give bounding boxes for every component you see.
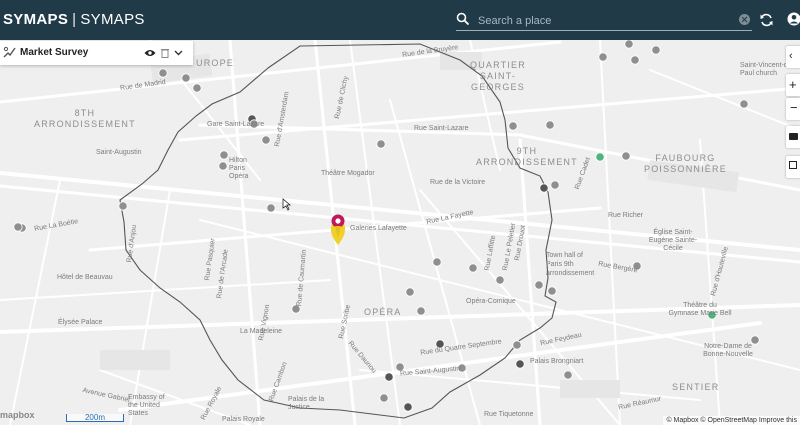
survey-point[interactable] xyxy=(118,201,128,211)
poi-label: Église Saint-Eugène Sainte-Cécile xyxy=(648,229,698,252)
poi-label: La Madeleine xyxy=(240,328,283,335)
survey-point[interactable] xyxy=(376,139,386,149)
survey-point[interactable] xyxy=(192,83,202,93)
poi-label: Palais Royale xyxy=(222,416,265,423)
search-icon[interactable] xyxy=(456,12,470,26)
clear-icon[interactable] xyxy=(739,14,750,25)
brand-primary: SYMAPS xyxy=(3,11,69,28)
refresh-icon[interactable] xyxy=(759,12,774,28)
survey-point[interactable] xyxy=(266,203,276,213)
survey-point[interactable] xyxy=(534,280,544,290)
app-brand[interactable]: SYMAPS | SYMAPS xyxy=(3,11,145,28)
map-layers-button[interactable] xyxy=(786,126,800,148)
delete-icon[interactable] xyxy=(161,48,169,58)
district-label-opera: OPÉRA xyxy=(364,307,402,317)
survey-point[interactable] xyxy=(739,99,749,109)
survey-point[interactable] xyxy=(651,45,661,55)
poi-label: Opéra-Comique xyxy=(466,298,516,305)
survey-point[interactable] xyxy=(13,222,23,232)
survey-point[interactable] xyxy=(495,275,505,285)
map-attribution[interactable]: © Mapbox © OpenStreetMap Improve this xyxy=(663,416,800,425)
survey-point[interactable] xyxy=(379,393,389,403)
brand-secondary: SYMAPS xyxy=(80,11,145,28)
poi-label: Embassy of the United States xyxy=(128,394,165,417)
search-bar xyxy=(456,11,752,31)
survey-point[interactable] xyxy=(181,73,191,83)
survey-point[interactable] xyxy=(630,55,640,65)
survey-point[interactable] xyxy=(512,340,522,350)
survey-point[interactable] xyxy=(595,152,605,162)
survey-point[interactable] xyxy=(432,257,442,267)
survey-point[interactable] xyxy=(416,306,426,316)
poi-label: Palais Brongniart xyxy=(530,358,584,365)
mapbox-logo[interactable]: mapbox xyxy=(0,410,35,420)
survey-point[interactable] xyxy=(547,286,557,296)
card-icon xyxy=(789,133,798,140)
survey-icon xyxy=(3,46,16,58)
map-stack-button[interactable] xyxy=(786,156,800,178)
poi-label: Notre-Dame de Bonne-Nouvelle xyxy=(703,343,753,358)
street-label: Rue Tiquetonne xyxy=(484,411,534,418)
map-canvas[interactable]: 8TH ARRONDISSEMENT 9TH ARRONDISSEMENT QUAR… xyxy=(0,40,800,425)
survey-point[interactable] xyxy=(515,359,525,369)
poi-label: Théâtre Mogador xyxy=(321,170,375,177)
poi-label: Théâtre du Gymnase Marie Bell xyxy=(668,302,732,317)
chevron-left-icon: ‹ xyxy=(789,50,793,62)
map-control-back[interactable]: ‹ xyxy=(786,46,800,68)
district-label-9th: 9TH ARRONDISSEMENT xyxy=(476,146,578,167)
district-label-saint-georges: QUARTIER SAINT- GEORGES xyxy=(470,60,526,92)
survey-point[interactable] xyxy=(384,372,394,382)
district-label-sentier: SENTIER xyxy=(672,382,720,392)
survey-point[interactable] xyxy=(621,151,631,161)
survey-point[interactable] xyxy=(545,120,555,130)
map-scale: 200m xyxy=(66,414,124,422)
minus-icon: − xyxy=(790,100,798,115)
user-icon[interactable] xyxy=(787,12,800,26)
survey-point[interactable] xyxy=(563,370,573,380)
survey-panel: Market Survey xyxy=(0,41,193,65)
district-label-faubourg: FAUBOURG POISSONNIÈRE xyxy=(644,153,727,174)
survey-point[interactable] xyxy=(405,287,415,297)
street-label: Rue Saint-Lazare xyxy=(414,125,469,132)
poi-label: Élysée Palace xyxy=(58,319,103,326)
survey-point[interactable] xyxy=(218,161,228,171)
poi-label: Hilton Paris Opéra xyxy=(229,157,249,180)
survey-title[interactable]: Market Survey xyxy=(20,47,88,58)
plus-icon: + xyxy=(789,77,797,92)
zoom-in-button[interactable]: + xyxy=(786,74,800,96)
survey-point[interactable] xyxy=(261,135,271,145)
chevron-down-icon[interactable] xyxy=(174,50,183,56)
zoom-out-button[interactable]: − xyxy=(786,98,800,120)
street-label: Rue de la Victoire xyxy=(430,179,486,186)
poi-label: Saint-Augustin xyxy=(96,149,142,156)
eye-icon[interactable] xyxy=(144,49,156,57)
survey-point[interactable] xyxy=(508,121,518,131)
survey-point[interactable] xyxy=(158,68,168,78)
poi-label: Galeries Lafayette xyxy=(350,225,407,232)
survey-point[interactable] xyxy=(624,40,634,49)
district-label-europe: UROPE xyxy=(196,58,235,68)
survey-point[interactable] xyxy=(403,402,413,412)
brand-separator: | xyxy=(72,11,77,28)
survey-point[interactable] xyxy=(550,180,560,190)
street-label: Rue Richer xyxy=(608,212,644,219)
survey-point[interactable] xyxy=(598,52,608,62)
stack-icon xyxy=(789,161,797,169)
district-label-8th: 8TH ARRONDISSEMENT xyxy=(34,108,136,129)
survey-point[interactable] xyxy=(219,150,229,160)
survey-point[interactable] xyxy=(539,183,549,193)
poi-label: Gare Saint-Lazare xyxy=(207,121,265,128)
survey-point[interactable] xyxy=(468,263,478,273)
poi-label: Hôtel de Beauvau xyxy=(57,274,113,281)
top-bar: SYMAPS | SYMAPS xyxy=(0,0,800,40)
poi-label: Town hall of Paris 9th arrondissement xyxy=(546,252,595,277)
poi-label: Palais de la Justice xyxy=(288,396,325,411)
search-input[interactable] xyxy=(476,11,730,31)
